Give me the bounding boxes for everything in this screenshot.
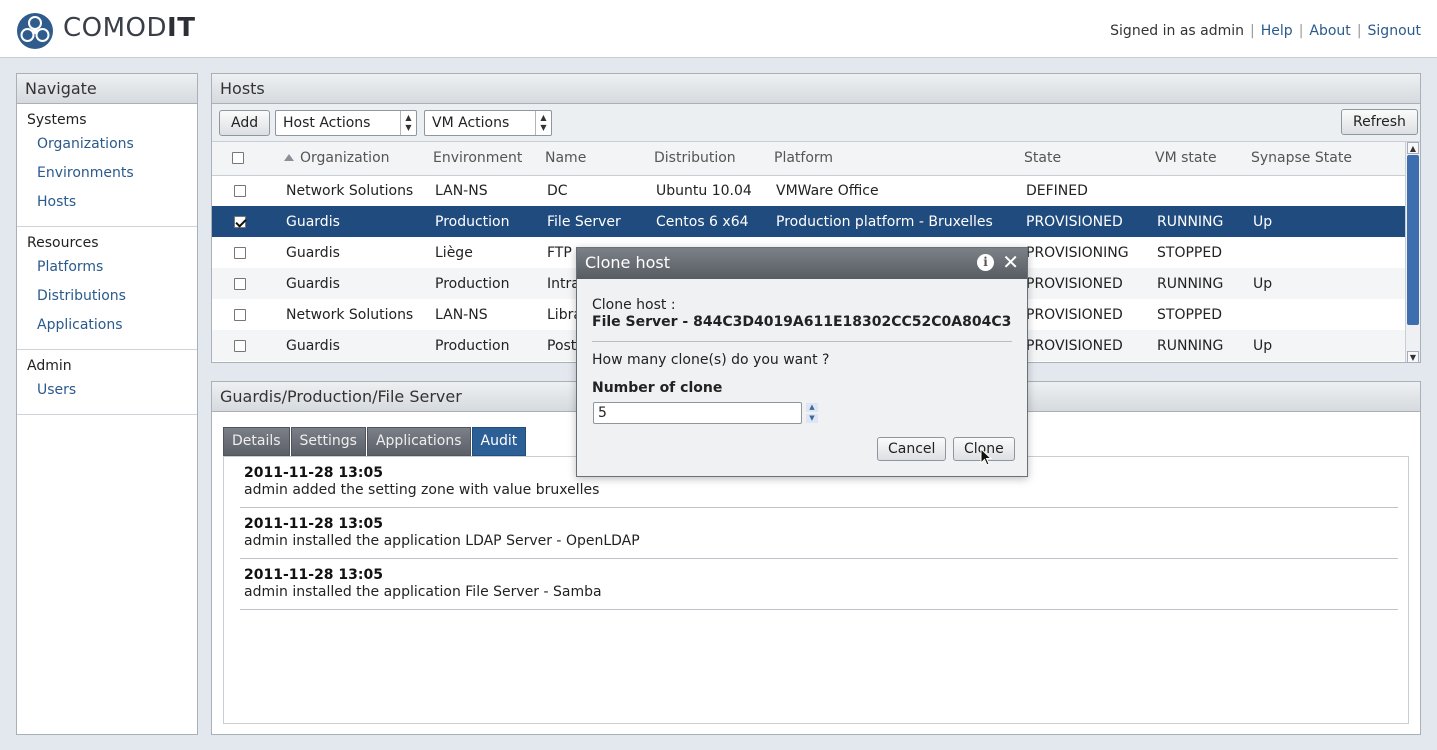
audit-text: admin installed the application LDAP Ser… xyxy=(244,533,640,549)
increment-icon[interactable]: ▲ xyxy=(806,403,818,412)
nav-section-resources: Resources Platforms Distributions Applic… xyxy=(17,227,197,350)
help-link[interactable]: Help xyxy=(1261,23,1293,39)
row-checkbox[interactable] xyxy=(234,339,246,352)
clone-count-input[interactable]: 5 xyxy=(593,402,802,424)
top-navigation: Signed in as admin | Help | About | Sign… xyxy=(1110,23,1421,39)
nav-head-resources: Resources xyxy=(27,235,99,251)
select-arrows-icon: ▲ ▼ xyxy=(535,111,551,135)
tab-applications[interactable]: Applications xyxy=(366,427,471,456)
row-checkbox[interactable] xyxy=(234,184,246,197)
sidebar-item-organizations[interactable]: Organizations xyxy=(17,133,197,162)
scroll-thumb[interactable] xyxy=(1407,155,1419,325)
scroll-down-icon[interactable]: ▼ xyxy=(1407,351,1419,362)
column-platform[interactable]: Platform xyxy=(768,142,1018,176)
row-checkbox[interactable] xyxy=(234,308,246,321)
clone-host-dialog: Clone host i ✕ Clone host : File Server … xyxy=(576,247,1028,477)
column-state[interactable]: State xyxy=(1018,142,1149,176)
audit-timestamp: 2011-11-28 13:05 xyxy=(244,567,383,583)
mouse-cursor-icon xyxy=(980,448,992,466)
table-header-row: Organization Environment Name Distributi… xyxy=(212,142,1405,176)
column-environment[interactable]: Environment xyxy=(427,142,539,176)
sort-ascending-icon xyxy=(284,154,294,162)
row-checkbox[interactable] xyxy=(234,277,246,290)
navigate-title: Navigate xyxy=(17,74,197,104)
hosts-toolbar: Add Host Actions ▲ ▼ VM Actions ▲ ▼ Refres… xyxy=(212,104,1420,142)
navigate-panel: Navigate Systems Organizations Environme… xyxy=(16,73,198,735)
sidebar-item-hosts[interactable]: Hosts xyxy=(17,191,197,220)
tab-details[interactable]: Details xyxy=(223,427,290,456)
comodit-logo-icon xyxy=(17,13,53,49)
nav-section-systems: Systems Organizations Environments Hosts xyxy=(17,104,197,227)
dialog-title: Clone host xyxy=(577,248,1027,279)
column-vm-state[interactable]: VM state xyxy=(1149,142,1245,176)
tab-audit[interactable]: Audit xyxy=(471,427,527,456)
column-distribution[interactable]: Distribution xyxy=(648,142,768,176)
refresh-button[interactable]: Refresh xyxy=(1341,109,1418,135)
dialog-body: Clone host : File Server - 844C3D4019A61… xyxy=(577,279,1027,397)
nav-head-admin: Admin xyxy=(27,358,72,374)
vm-actions-select[interactable]: VM Actions ▲ ▼ xyxy=(424,110,552,136)
column-organization[interactable]: Organization xyxy=(278,142,427,176)
hosts-scrollbar[interactable]: ▲ ▼ xyxy=(1405,142,1420,362)
select-all-checkbox[interactable] xyxy=(232,152,244,165)
scroll-up-icon[interactable]: ▲ xyxy=(1407,142,1419,154)
number-of-clone-label: Number of clone xyxy=(592,380,723,396)
clone-host-id: File Server - 844C3D4019A611E18302CC52C0… xyxy=(592,314,1012,330)
clone-count-stepper[interactable]: ▲ ▼ xyxy=(806,403,818,423)
close-icon[interactable]: ✕ xyxy=(1002,251,1019,273)
column-synapse-state[interactable]: Synapse State xyxy=(1245,142,1405,176)
app-header: COMODIT Signed in as admin | Help | Abou… xyxy=(0,0,1437,58)
signout-link[interactable]: Signout xyxy=(1368,23,1421,39)
divider xyxy=(592,341,1012,342)
info-icon[interactable]: i xyxy=(977,254,994,271)
audit-timestamp: 2011-11-28 13:05 xyxy=(244,516,383,532)
table-row-selected[interactable]: Guardis Production File Server Centos 6 … xyxy=(212,206,1405,237)
clone-host-label: Clone host : xyxy=(592,297,676,313)
cancel-button[interactable]: Cancel xyxy=(877,437,947,461)
decrement-icon[interactable]: ▼ xyxy=(806,414,818,423)
about-link[interactable]: About xyxy=(1309,23,1350,39)
list-item: 2011-11-28 13:05 admin installed the app… xyxy=(240,508,1398,559)
add-button[interactable]: Add xyxy=(219,110,271,136)
app-logo-text: COMODIT xyxy=(63,13,196,43)
hosts-title: Hosts xyxy=(212,74,1420,104)
host-actions-select[interactable]: Host Actions ▲ ▼ xyxy=(275,110,417,136)
audit-text: admin added the setting zone with value … xyxy=(244,482,600,498)
nav-section-admin: Admin Users xyxy=(17,350,197,415)
audit-text: admin installed the application File Ser… xyxy=(244,584,602,600)
select-arrows-icon: ▲ ▼ xyxy=(400,111,416,135)
nav-head-systems: Systems xyxy=(27,112,87,128)
row-checkbox[interactable] xyxy=(234,215,246,228)
detail-tabs: Details Settings Applications Audit xyxy=(223,427,527,456)
list-item: 2011-11-28 13:05 admin installed the app… xyxy=(240,559,1398,610)
sidebar-item-environments[interactable]: Environments xyxy=(17,162,197,191)
select-all-header xyxy=(212,142,278,176)
table-row[interactable]: Network Solutions LAN-NS DC Ubuntu 10.04… xyxy=(212,175,1405,206)
sidebar-item-distributions[interactable]: Distributions xyxy=(17,285,197,314)
signed-in-label: Signed in as admin xyxy=(1110,23,1245,39)
sidebar-item-users[interactable]: Users xyxy=(17,379,197,408)
sidebar-item-platforms[interactable]: Platforms xyxy=(17,256,197,285)
clone-question: How many clone(s) do you want ? xyxy=(592,352,830,368)
column-name[interactable]: Name xyxy=(539,142,648,176)
tab-settings[interactable]: Settings xyxy=(290,427,366,456)
audit-log: 2011-11-28 13:05 admin added the setting… xyxy=(223,456,1409,724)
sidebar-item-applications[interactable]: Applications xyxy=(17,314,197,343)
row-checkbox[interactable] xyxy=(234,246,246,259)
